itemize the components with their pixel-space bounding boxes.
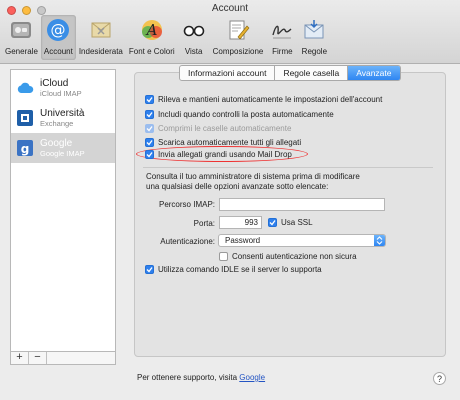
imap-path-label: Percorso IMAP: [158,200,215,209]
google-icon: g [16,139,34,157]
remove-account-button[interactable]: − [29,352,47,364]
port-label: Porta: [193,219,215,228]
help-button[interactable]: ? [433,372,446,385]
idle-label: Utilizza comando IDLE se il server lo su… [158,265,322,274]
option-label: Invia allegati grandi usando Mail Drop [158,150,292,159]
tab-avanzate[interactable]: Avanzate [348,66,400,80]
tab-informazioni-account[interactable]: Informazioni account [180,66,276,80]
option-mail-drop[interactable]: Invia allegati grandi usando Mail Drop [145,150,292,159]
exchange-icon [16,109,34,127]
checkbox[interactable] [145,150,154,159]
toolbar-indesiderata[interactable]: Indesiderata [76,15,126,60]
tab-regole-casella[interactable]: Regole casella [275,66,349,80]
account-item-google[interactable]: g Google Google IMAP [11,133,115,163]
support-text: Per ottenere supporto, visita Google [137,373,265,382]
icloud-icon [16,79,34,97]
auth-value: Password [225,236,261,245]
toolbar-composizione[interactable]: Composizione [210,15,267,60]
at-sign-icon: @ [45,17,71,43]
account-type: Google IMAP [40,148,85,158]
glasses-icon [181,17,207,43]
advanced-note-line-1: Consulta il tuo amministratore di sistem… [146,172,360,181]
account-type: iCloud IMAP [40,88,82,98]
account-list: iCloud iCloud IMAP Università Exchange g… [10,69,116,365]
switch-icon [8,17,34,43]
checkbox[interactable] [219,252,228,261]
account-name: iCloud [40,77,69,89]
option-label: Comprimi le caselle automaticamente [158,124,292,133]
checkbox[interactable] [268,218,277,227]
toolbar-label: Font e Colori [128,47,175,56]
preferences-toolbar: Generale @ Account Indesiderata A Font e… [2,15,330,60]
toolbar-label: Regole [301,47,328,56]
account-type: Exchange [40,118,74,128]
account-item-icloud[interactable]: iCloud iCloud IMAP [11,73,115,103]
chevron-updown-icon [374,235,385,246]
divider [143,167,433,168]
toolbar-regole[interactable]: Regole [298,15,330,60]
toolbar-label: Account [43,47,73,56]
toolbar-label: Vista [184,47,203,56]
svg-text:@: @ [51,21,66,39]
idle-option[interactable]: Utilizza comando IDLE se il server lo su… [145,265,322,274]
toolbar-label: Generale [5,47,38,56]
toolbar-account[interactable]: @ Account [40,15,76,60]
preferences-window: Account Generale @ Account Indesiderata [0,0,460,400]
support-label: Per ottenere supporto, visita [137,373,238,382]
auth-select[interactable]: Password [218,234,386,247]
ssl-label: Usa SSL [281,218,313,227]
signature-icon [269,17,295,43]
fonts-colors-icon: A [139,17,165,43]
checkbox[interactable] [145,138,154,147]
support-link[interactable]: Google [239,373,265,382]
settings-tabs: Informazioni account Regole casella Avan… [179,65,401,81]
account-name: Google [40,137,73,149]
use-ssl-option[interactable]: Usa SSL [268,218,313,227]
title-bar: Account Generale @ Account Indesiderata [0,0,460,64]
checkbox[interactable] [145,95,154,104]
checkbox[interactable] [145,265,154,274]
toolbar-label: Composizione [212,47,264,56]
toolbar-generale[interactable]: Generale [2,15,41,60]
window-title: Account [211,3,249,14]
rules-icon [301,17,327,43]
insecure-auth-label: Consenti autenticazione non sicura [232,252,357,261]
junk-mail-icon [88,17,114,43]
insecure-auth-option[interactable]: Consenti autenticazione non sicura [219,252,357,261]
toolbar-label: Firme [272,47,293,56]
option-label: Includi quando controlli la posta automa… [158,110,334,119]
advanced-note-line-2: una qualsiasi delle opzioni avanzate sot… [146,182,329,191]
option-comprimi: Comprimi le caselle automaticamente [145,124,291,133]
option-label: Rileva e mantieni automaticamente le imp… [158,95,383,104]
add-account-button[interactable]: + [11,352,29,364]
compose-icon [225,17,251,43]
toolbar-label: Indesiderata [78,47,123,56]
account-item-universita[interactable]: Università Exchange [11,103,115,133]
svg-text:A: A [144,21,157,39]
option-includi[interactable]: Includi quando controlli la posta automa… [145,110,334,119]
toolbar-font-colori[interactable]: A Font e Colori [126,15,178,60]
toolbar-firme[interactable]: Firme [266,15,298,60]
auth-label: Autenticazione: [160,237,215,246]
svg-text:g: g [21,142,30,156]
account-name: Università [40,107,85,119]
toolbar-vista[interactable]: Vista [178,15,210,60]
option-rileva[interactable]: Rileva e mantieni automaticamente le imp… [145,95,382,104]
port-input[interactable]: 993 [219,216,262,229]
checkbox[interactable] [145,110,154,119]
checkbox [145,124,154,133]
account-list-controls: + − [10,351,116,365]
imap-path-input[interactable] [219,198,385,211]
